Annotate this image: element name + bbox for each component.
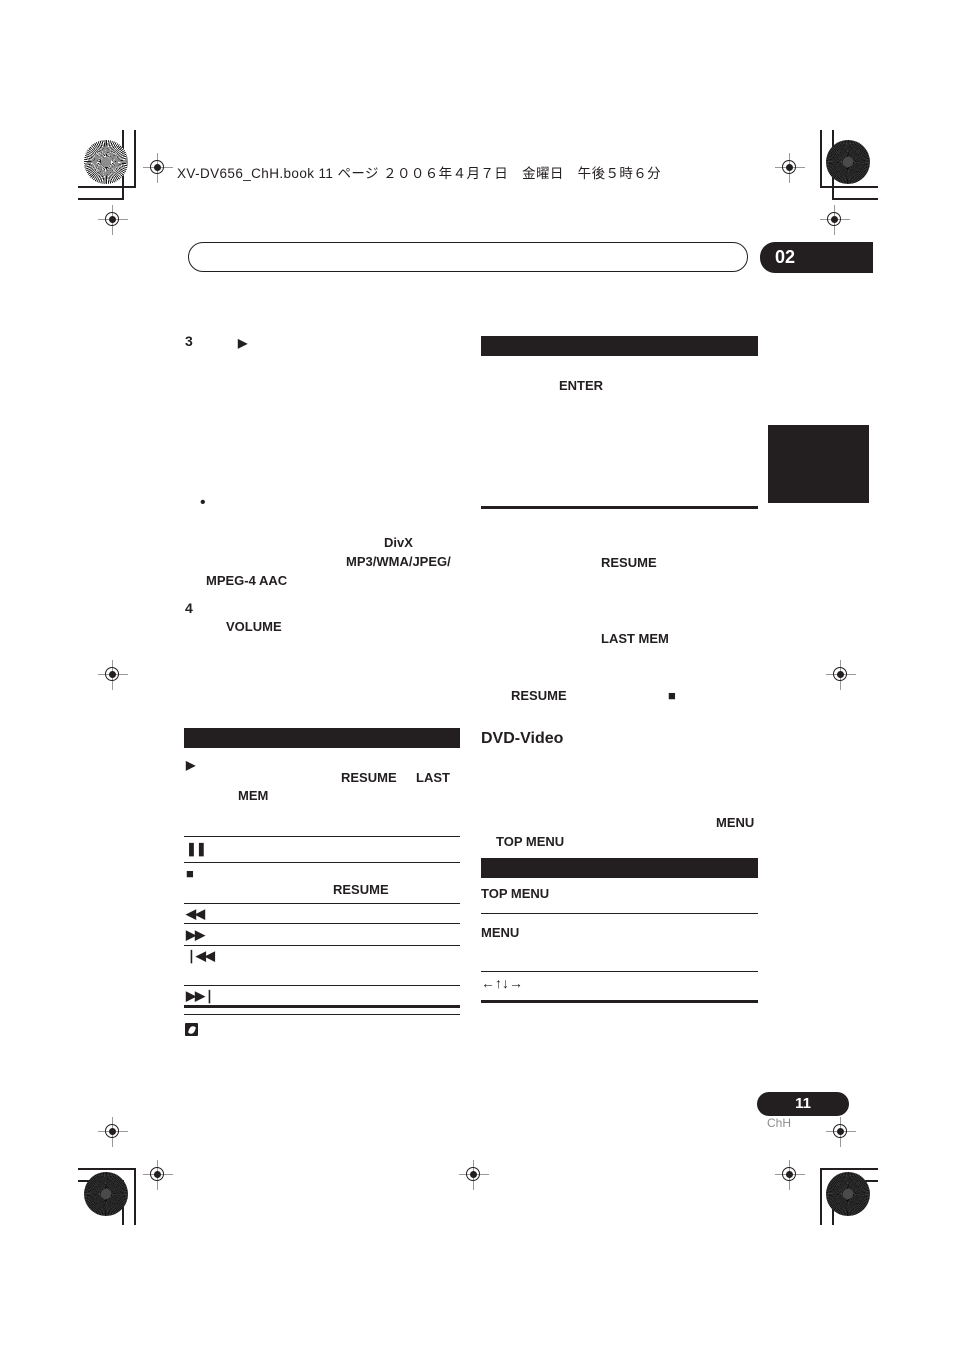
top-menu-row: TOP MENU: [481, 886, 550, 901]
note-divider: [184, 1014, 460, 1016]
print-density-starburst: [84, 1172, 128, 1216]
mp3-wma-jpeg-term: MP3/WMA/JPEG/: [346, 554, 451, 569]
resume-term: RESUME: [341, 770, 397, 785]
playback-section-heading-bar: [184, 728, 460, 748]
previous-track-icon: ❘◀◀: [186, 948, 215, 963]
menu-section-heading-bar: [481, 858, 758, 878]
registration-target: [143, 153, 173, 183]
menu-row: MENU: [481, 925, 520, 940]
table-row-divider: [481, 971, 758, 973]
manual-page: XV-DV656_ChH.book 11 ページ ２００６年４月７日 金曜日 午…: [0, 0, 954, 1351]
crop-mark-line: [820, 186, 878, 188]
section-divider: [481, 506, 758, 510]
table-bottom-border: [481, 1000, 758, 1004]
crop-mark-line: [820, 130, 822, 187]
top-menu-term: TOP MENU: [496, 834, 565, 849]
page-number-badge: 11: [757, 1092, 849, 1116]
crop-mark-line: [820, 1168, 822, 1225]
stop-icon: ■: [186, 866, 194, 881]
step-3-number: 3: [185, 333, 193, 349]
bullet-marker: •: [200, 494, 206, 511]
resume-term: RESUME: [511, 688, 567, 703]
last-term: LAST: [416, 770, 450, 785]
mem-term: MEM: [238, 788, 269, 803]
table-row-divider: [184, 945, 460, 947]
book-file-timestamp: XV-DV656_ChH.book 11 ページ ２００６年４月７日 金曜日 午…: [177, 166, 662, 181]
note-icon: [185, 1023, 198, 1036]
step-4-number: 4: [185, 600, 193, 616]
table-row-divider: [184, 923, 460, 925]
play-icon: ▶: [238, 336, 248, 350]
play-icon: ▶: [186, 758, 196, 772]
table-row-divider: [184, 903, 460, 905]
crop-mark-line: [134, 1168, 136, 1225]
registration-target: [459, 1160, 489, 1190]
crop-mark-line: [832, 198, 878, 200]
page-title-pill: [188, 242, 748, 272]
chapter-number-badge: 02: [760, 242, 873, 273]
pause-icon: ❚❚: [186, 841, 207, 856]
dvd-video-subheading: DVD-Video: [481, 730, 564, 747]
crop-mark-line: [134, 130, 136, 187]
crop-mark-line: [78, 198, 124, 200]
cursor-keys-row: ←↑↓→: [481, 975, 523, 991]
table-bottom-border: [184, 1005, 460, 1009]
crop-mark-line: [78, 1168, 136, 1170]
rewind-icon: ◀◀: [186, 906, 205, 921]
divx-term: DivX: [384, 535, 413, 550]
registration-target: [98, 660, 128, 690]
registration-target: [826, 1117, 856, 1147]
table-row-divider: [184, 862, 460, 864]
registration-target: [826, 660, 856, 690]
volume-term: VOLUME: [226, 619, 282, 634]
resume-term: RESUME: [601, 555, 657, 570]
table-row-divider: [481, 913, 758, 915]
chapter-thumb-tab: [768, 425, 869, 503]
registration-target: [820, 205, 850, 235]
menu-term: MENU: [716, 815, 755, 830]
registration-target: [98, 205, 128, 235]
crop-mark-line: [820, 1168, 878, 1170]
stop-icon: ■: [668, 688, 676, 703]
registration-target: [775, 1160, 805, 1190]
registration-target: [143, 1160, 173, 1190]
next-track-icon: ▶▶❘: [186, 988, 215, 1003]
right-top-section-heading-bar: [481, 336, 758, 356]
print-density-starburst: [826, 1172, 870, 1216]
print-density-starburst: [84, 140, 128, 184]
enter-term: ENTER: [559, 378, 604, 393]
registration-target: [98, 1117, 128, 1147]
registration-target: [775, 153, 805, 183]
crop-mark-line: [78, 186, 136, 188]
print-density-starburst: [826, 140, 870, 184]
last-mem-term: LAST MEM: [601, 631, 669, 646]
mpeg4-aac-term: MPEG-4 AAC: [206, 573, 288, 588]
table-row-divider: [184, 985, 460, 987]
fast-forward-icon: ▶▶: [186, 927, 205, 942]
page-language-code: ChH: [766, 1116, 791, 1130]
table-row-divider: [184, 836, 460, 838]
page-title: [189, 243, 747, 249]
resume-term: RESUME: [333, 882, 389, 897]
